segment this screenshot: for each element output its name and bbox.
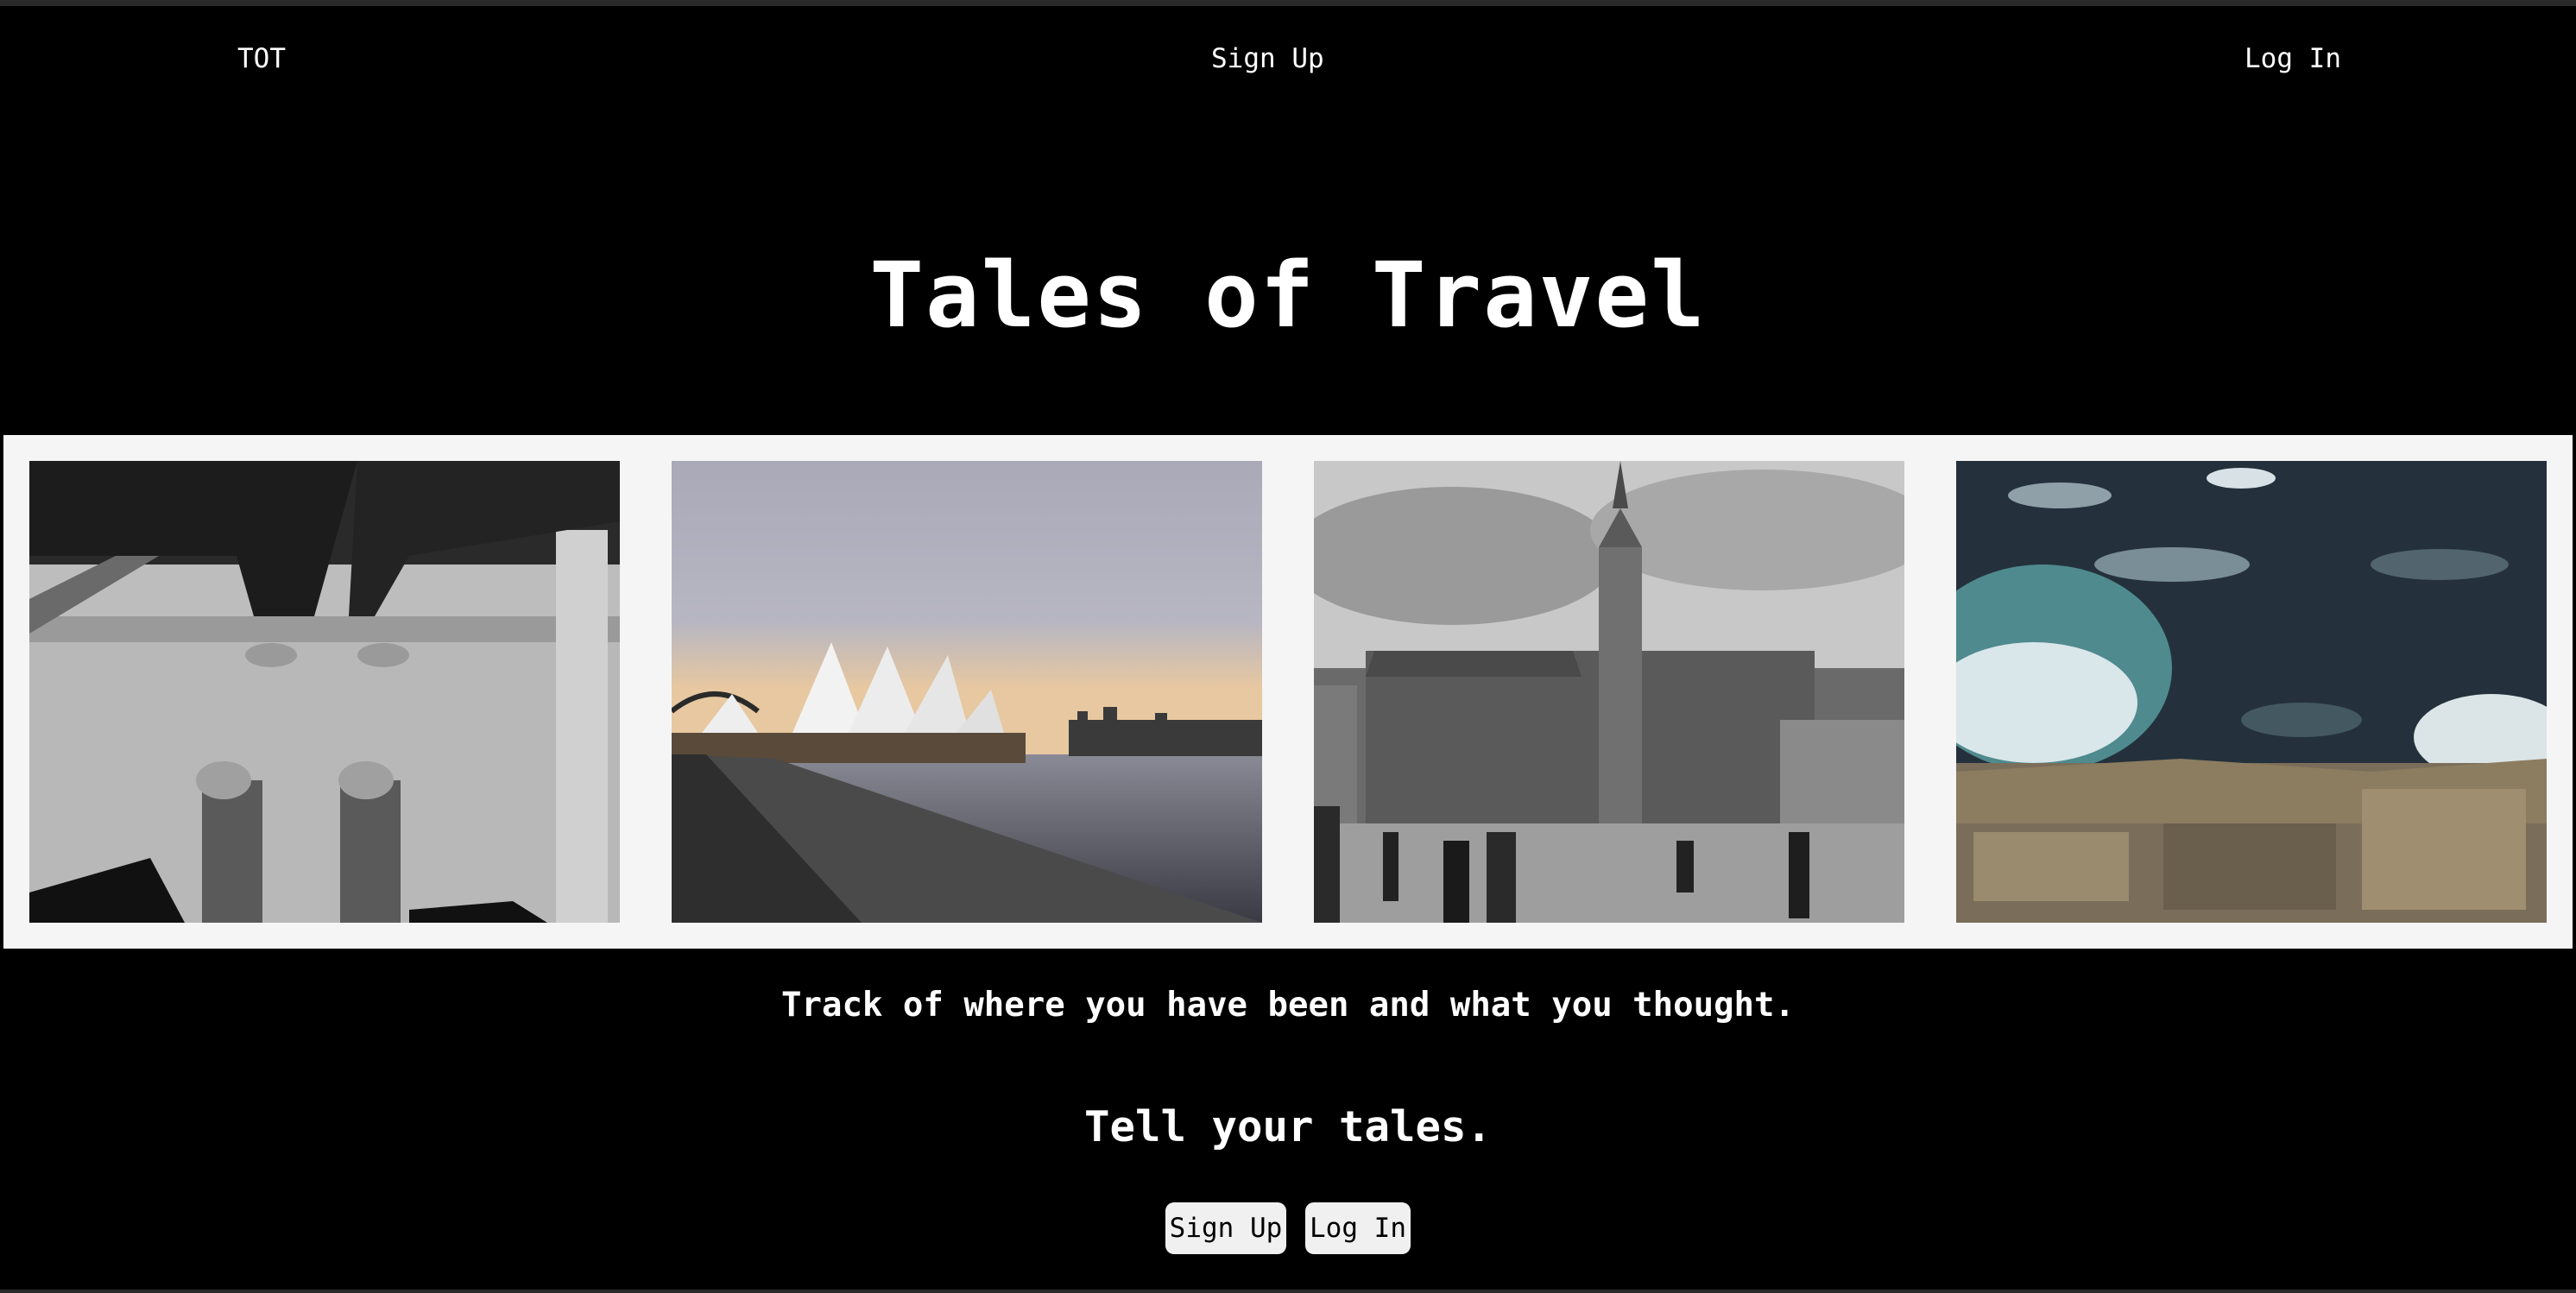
- photo-gallery: [3, 435, 2573, 949]
- gothic-town-hall-square-photo: [1314, 461, 1904, 923]
- window-top-border: [0, 0, 2576, 6]
- opera-house-harbour-photo: [672, 461, 1262, 923]
- tagline-text: Track of where you have been and what yo…: [781, 986, 1795, 1025]
- glass-floor-feet-photo: [29, 461, 620, 923]
- signup-button[interactable]: Sign Up: [1165, 1202, 1286, 1254]
- ocean-waves-rocks-photo: [1956, 461, 2547, 923]
- page-title: Tales of Travel: [869, 243, 1707, 348]
- brand-link[interactable]: TOT: [237, 40, 286, 78]
- login-button[interactable]: Log In: [1305, 1202, 1411, 1254]
- cta-heading: Tell your tales.: [1083, 1102, 1492, 1151]
- nav-login-link[interactable]: Log In: [2245, 40, 2341, 78]
- nav-signup-link[interactable]: Sign Up: [1211, 40, 1324, 78]
- window-bottom-border: [0, 1290, 2576, 1293]
